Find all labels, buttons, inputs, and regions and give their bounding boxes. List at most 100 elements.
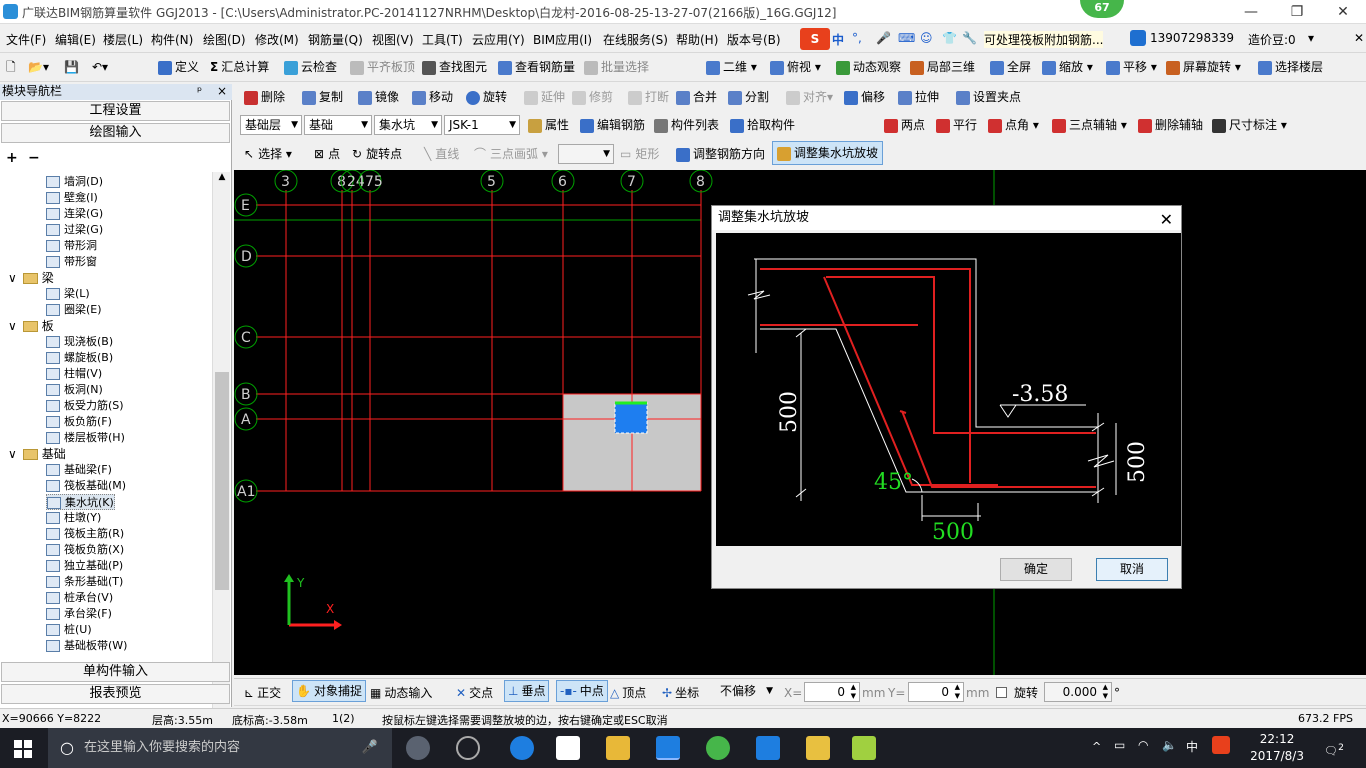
component-list-button[interactable]: 构件列表: [654, 112, 719, 138]
task-view-icon[interactable]: [406, 736, 430, 760]
scroll-up-icon[interactable]: ▲: [214, 172, 230, 188]
pin-icon[interactable]: ᵖ: [197, 84, 202, 99]
tree-item[interactable]: 柱帽(V): [46, 366, 102, 382]
glodon-app-icon[interactable]: [656, 736, 680, 760]
line-button[interactable]: ╲ 直线: [424, 141, 459, 167]
minimize-icon[interactable]: —: [1228, 0, 1274, 24]
tree-item[interactable]: 现浇板(B): [46, 334, 113, 350]
tree-group[interactable]: ∨ 基础: [8, 446, 66, 462]
menu-bim[interactable]: BIM应用(I): [533, 31, 592, 48]
zoom-dropdown[interactable]: 缩放 ▾: [1042, 54, 1093, 80]
align-dropdown[interactable]: 对齐▾: [786, 84, 833, 110]
close-icon[interactable]: ✕: [1320, 0, 1366, 24]
account-phone[interactable]: 13907298339: [1150, 31, 1234, 45]
tree-item[interactable]: 承台梁(F): [46, 606, 112, 622]
scroll-thumb[interactable]: [215, 372, 229, 590]
copy-button[interactable]: 复制: [302, 84, 343, 110]
keyboard-icon[interactable]: ⌨: [898, 31, 915, 45]
cloud-check-button[interactable]: 云检查: [284, 54, 337, 80]
rotate-input[interactable]: 0.000 ▲ ▼: [1044, 682, 1112, 702]
dynamic-view-button[interactable]: 动态观察: [836, 54, 901, 80]
restore-icon[interactable]: ❐: [1274, 0, 1320, 24]
file-explorer-icon[interactable]: [606, 736, 630, 760]
move-button[interactable]: 移动: [412, 84, 453, 110]
taskbar-clock[interactable]: 22:12 2017/8/3: [1250, 731, 1304, 765]
summary-calc-button[interactable]: Σ 汇总计算: [210, 54, 269, 80]
menu-file[interactable]: 文件(F): [6, 31, 46, 48]
merge-button[interactable]: 合并: [676, 84, 717, 110]
object-snap-button[interactable]: ✋ 对象捕捉: [292, 680, 366, 702]
microphone-icon[interactable]: 🎤: [876, 31, 891, 45]
taskbar-search-input[interactable]: ○ 在这里输入你要搜索的内容 🎤: [48, 728, 392, 768]
intersection-snap-button[interactable]: ✕ 交点: [456, 680, 493, 706]
coins-dropdown-icon[interactable]: ▾: [1308, 31, 1314, 45]
trim-button[interactable]: 修剪: [572, 84, 613, 110]
wrench-icon[interactable]: 🔧: [962, 31, 977, 45]
tree-item[interactable]: 梁(L): [46, 286, 90, 302]
batch-select-button[interactable]: 批量选择: [584, 54, 649, 80]
expand-all-icon[interactable]: +: [6, 150, 18, 166]
project-settings-button[interactable]: 工程设置: [1, 101, 230, 121]
tree-item[interactable]: 圈梁(E): [46, 302, 102, 318]
menu-version[interactable]: 版本号(B): [727, 31, 781, 48]
menu-cloud[interactable]: 云应用(Y): [472, 31, 525, 48]
rotate-point-button[interactable]: ↻ 旋转点: [352, 141, 402, 167]
store-icon[interactable]: [556, 736, 580, 760]
rotate-checkbox[interactable]: [996, 687, 1007, 698]
properties-button[interactable]: 属性: [528, 112, 569, 138]
vertex-snap-button[interactable]: △ 顶点: [610, 680, 646, 706]
collapse-icon[interactable]: ∨: [8, 447, 17, 461]
three-point-aux-dropdown[interactable]: 三点辅轴 ▾: [1052, 112, 1127, 138]
menu-rebar[interactable]: 钢筋量(Q): [308, 31, 363, 48]
menu-modify[interactable]: 修改(M): [255, 31, 299, 48]
point-button[interactable]: ⊠ 点: [314, 141, 340, 167]
floor-select[interactable]: 基础层 ▼: [240, 115, 302, 135]
windows-start-icon[interactable]: [14, 740, 32, 758]
menu-close-icon[interactable]: ✕: [1354, 31, 1364, 45]
edit-rebar-button[interactable]: 编辑钢筋: [580, 112, 645, 138]
undo-icon[interactable]: ↶▾: [92, 54, 108, 80]
tree-item[interactable]: 螺旋板(B): [46, 350, 113, 366]
perpendicular-snap-button[interactable]: ⊥ 垂点: [504, 680, 550, 702]
three-point-arc-dropdown[interactable]: ⌒ 三点画弧 ▾: [474, 141, 548, 167]
view-rebar-button[interactable]: 查看钢筋量: [498, 54, 575, 80]
category-select[interactable]: 基础 ▼: [304, 115, 372, 135]
tree-item[interactable]: 带形窗: [46, 254, 97, 270]
user-icon[interactable]: ☺: [920, 31, 933, 45]
y-input[interactable]: 0 ▲ ▼: [908, 682, 964, 702]
split-button[interactable]: 分割: [728, 84, 769, 110]
ime-punct-icon[interactable]: °,: [852, 31, 862, 45]
report-preview-button[interactable]: 报表预览: [1, 684, 230, 704]
tree-item[interactable]: 桩承台(V): [46, 590, 113, 606]
tree-item[interactable]: 板受力筋(S): [46, 398, 124, 414]
2d-dropdown[interactable]: 二维 ▾: [706, 54, 757, 80]
dimension-dropdown[interactable]: 尺寸标注 ▾: [1212, 112, 1287, 138]
point-angle-aux-dropdown[interactable]: 点角 ▾: [988, 112, 1039, 138]
tree-item[interactable]: 筏板负筋(X): [46, 542, 124, 558]
tree-item[interactable]: 板洞(N): [46, 382, 103, 398]
drawing-input-button[interactable]: 绘图输入: [1, 123, 230, 143]
menu-tools[interactable]: 工具(T): [422, 31, 463, 48]
tree-item[interactable]: 带形洞: [46, 238, 97, 254]
new-icon[interactable]: 🗋: [6, 54, 16, 80]
shirt-icon[interactable]: 👕: [942, 31, 957, 45]
nav-close-icon[interactable]: ×: [217, 84, 227, 99]
collapse-all-icon[interactable]: −: [28, 150, 40, 166]
coins-label[interactable]: 造价豆:0: [1248, 31, 1296, 48]
type-select[interactable]: 集水坑 ▼: [374, 115, 442, 135]
tree-item[interactable]: 墙洞(D): [46, 174, 103, 190]
save-icon[interactable]: 💾: [64, 54, 79, 80]
tree-item[interactable]: 筏板基础(M): [46, 478, 126, 494]
tree-item[interactable]: 集水坑(K): [46, 494, 115, 510]
menu-help[interactable]: 帮助(H): [676, 31, 718, 48]
tray-chevron-icon[interactable]: ^: [1092, 740, 1101, 753]
stretch-button[interactable]: 拉伸: [898, 84, 939, 110]
office-app-icon[interactable]: [852, 736, 876, 760]
local-3d-button[interactable]: 局部三维: [910, 54, 975, 80]
select-dropdown[interactable]: ↖ 选择 ▾: [244, 141, 292, 167]
pan-dropdown[interactable]: 平移 ▾: [1106, 54, 1157, 80]
blue-plus-app-icon[interactable]: [756, 736, 780, 760]
break-button[interactable]: 打断: [628, 84, 669, 110]
rectangle-button[interactable]: ▭ 矩形: [620, 141, 659, 167]
tree-item[interactable]: 基础梁(F): [46, 462, 112, 478]
